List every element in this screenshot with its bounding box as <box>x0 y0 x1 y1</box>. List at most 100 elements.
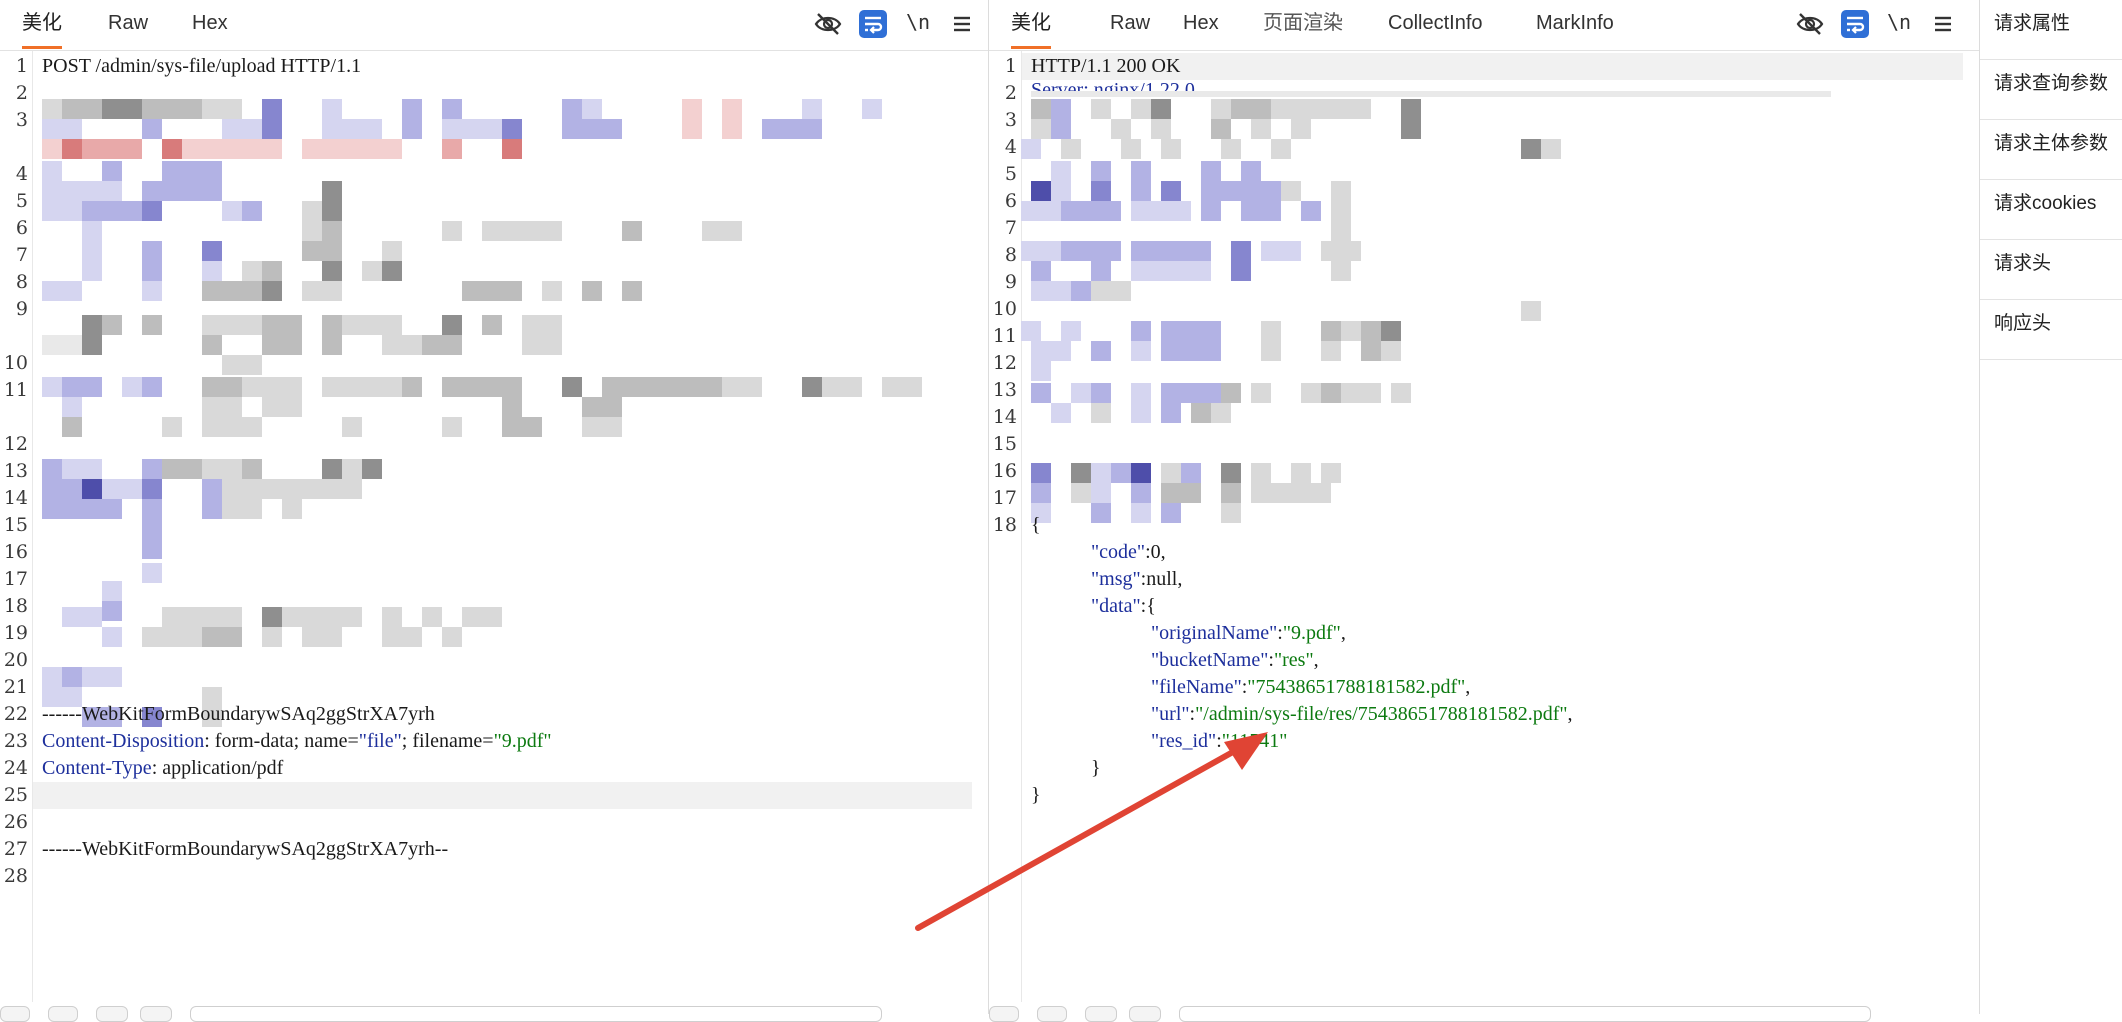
json-string-value: "75438651788181582.pdf" <box>1247 676 1466 698</box>
json-key: "fileName" <box>1151 676 1242 698</box>
line-number: 19 <box>3 622 28 644</box>
json-comma: , <box>1340 622 1346 644</box>
side-item-request-headers[interactable]: 请求头 <box>1980 240 2122 300</box>
json-comma: , <box>1313 649 1319 671</box>
json-string-value: "11541" <box>1221 730 1288 752</box>
line-number: 14 <box>3 487 28 509</box>
request-editor[interactable]: 1 2 3 4 5 6 7 8 9 10 11 12 13 14 15 16 1… <box>0 51 988 1002</box>
tab-collectinfo[interactable]: CollectInfo <box>1388 0 1483 48</box>
line-number: 2 <box>15 82 28 104</box>
tab-hex[interactable]: Hex <box>192 0 228 48</box>
prev-button[interactable] <box>96 1006 128 1022</box>
tab-page-render[interactable]: 页面渲染 <box>1263 0 1343 48</box>
json-string-value: "res" <box>1273 649 1314 671</box>
request-line: POST /admin/sys-file/upload HTTP/1.1 <box>42 55 362 77</box>
header-value: ; filename= <box>401 730 494 752</box>
line-number: 26 <box>3 811 28 833</box>
line-number: 1 <box>15 55 28 77</box>
line-number: 8 <box>1004 244 1017 266</box>
line-number: 9 <box>1004 271 1017 293</box>
newline-icon[interactable]: \n <box>906 8 938 40</box>
help-icon[interactable] <box>0 1006 30 1022</box>
line-number: 3 <box>1004 109 1017 131</box>
side-item-request-attributes[interactable]: 请求属性 <box>1980 0 2122 60</box>
status-line: HTTP/1.1 200 OK <box>1031 55 1181 77</box>
request-tabbar: 美化 Raw Hex \n <box>0 0 988 51</box>
json-key: "bucketName" <box>1151 649 1269 671</box>
json-string-value: "9.pdf" <box>1282 622 1341 644</box>
line-number: 24 <box>3 757 28 779</box>
json-open-brace: { <box>1031 514 1041 536</box>
side-item-query-params[interactable]: 请求查询参数 <box>1980 60 2122 120</box>
json-filename-line: "fileName":"75438651788181582.pdf", <box>1151 674 1470 701</box>
prev-button[interactable] <box>1085 1006 1117 1022</box>
line-number: 6 <box>15 217 28 239</box>
line-number: 17 <box>992 487 1017 509</box>
tab-beautify[interactable]: 美化 <box>1011 0 1051 49</box>
tab-beautify[interactable]: 美化 <box>22 0 62 49</box>
response-editor[interactable]: 1 2 3 4 5 6 7 8 9 10 11 12 13 14 15 16 1… <box>989 51 1979 1002</box>
json-key: "res_id" <box>1151 730 1217 752</box>
line-number: 18 <box>992 514 1017 536</box>
json-key: "code" <box>1091 541 1146 563</box>
side-item-cookies[interactable]: 请求cookies <box>1980 180 2122 240</box>
tab-markinfo[interactable]: MarkInfo <box>1536 0 1614 48</box>
line-number: 10 <box>3 352 28 374</box>
menu-icon[interactable] <box>1927 8 1959 40</box>
tab-raw[interactable]: Raw <box>108 0 148 48</box>
side-item-response-headers[interactable]: 响应头 <box>1980 300 2122 360</box>
eye-off-icon[interactable] <box>812 8 844 40</box>
next-button[interactable] <box>1129 1006 1161 1022</box>
line-number: 23 <box>3 730 28 752</box>
current-line-highlight <box>33 782 972 809</box>
line-gutter: 1 2 3 4 5 6 7 8 9 10 11 12 13 14 15 16 1… <box>989 51 1022 1002</box>
json-data-line: "data":{ <box>1091 593 1156 620</box>
line-number: 7 <box>1004 217 1017 239</box>
tab-hex[interactable]: Hex <box>1183 0 1219 48</box>
header-name: Content-Disposition <box>42 730 205 752</box>
response-bottom-bar <box>989 1002 1979 1022</box>
line-number: 17 <box>3 568 28 590</box>
line-number: 5 <box>15 190 28 212</box>
line-number: 15 <box>3 514 28 536</box>
json-bucketname-line: "bucketName":"res", <box>1151 647 1319 674</box>
inspector-side-panel: 请求属性 请求查询参数 请求主体参数 请求cookies 请求头 响应头 <box>1980 0 2122 1014</box>
json-resid-line: "res_id":"11541" <box>1151 728 1287 755</box>
search-input[interactable] <box>190 1006 882 1022</box>
line-number: 21 <box>3 676 28 698</box>
json-key: "url" <box>1151 703 1190 725</box>
content-type-line: Content-Type: application/pdf <box>42 755 283 782</box>
side-item-body-params[interactable]: 请求主体参数 <box>1980 120 2122 180</box>
next-button[interactable] <box>140 1006 172 1022</box>
newline-icon[interactable]: \n <box>1887 8 1919 40</box>
content-disposition-line: Content-Disposition: form-data; name="fi… <box>42 728 552 755</box>
line-number: 10 <box>992 298 1017 320</box>
line-number: 9 <box>15 298 28 320</box>
line-number: 16 <box>992 460 1017 482</box>
line-number: 14 <box>992 406 1017 428</box>
header-name: Content-Type <box>42 757 152 779</box>
response-tabbar: 美化 Raw Hex 页面渲染 CollectInfo MarkInfo \n <box>989 0 1979 51</box>
line-number: 28 <box>3 865 28 887</box>
json-string-value: "/admin/sys-file/res/75438651788181582.p… <box>1195 703 1568 725</box>
server-header-partial: Server: nginx/1.22.0 <box>1031 79 1195 91</box>
request-bottom-bar <box>0 1002 988 1022</box>
header-value: : form-data; name= <box>204 730 359 752</box>
line-number: 4 <box>1004 136 1017 158</box>
help-icon[interactable] <box>989 1006 1019 1022</box>
line-number: 15 <box>992 433 1017 455</box>
line-number: 13 <box>992 379 1017 401</box>
wrap-icon[interactable] <box>857 8 889 40</box>
line-number: 5 <box>1004 163 1017 185</box>
settings-icon[interactable] <box>48 1006 78 1022</box>
settings-icon[interactable] <box>1037 1006 1067 1022</box>
tab-raw[interactable]: Raw <box>1110 0 1150 48</box>
eye-off-icon[interactable] <box>1794 8 1826 40</box>
menu-icon[interactable] <box>946 8 978 40</box>
json-key: "msg" <box>1091 568 1141 590</box>
wrap-icon[interactable] <box>1839 8 1871 40</box>
search-input[interactable] <box>1179 1006 1871 1022</box>
boundary-line: ------WebKitFormBoundarywSAq2ggStrXA7yrh <box>42 703 435 725</box>
json-value: :null, <box>1140 568 1183 590</box>
line-number: 13 <box>3 460 28 482</box>
